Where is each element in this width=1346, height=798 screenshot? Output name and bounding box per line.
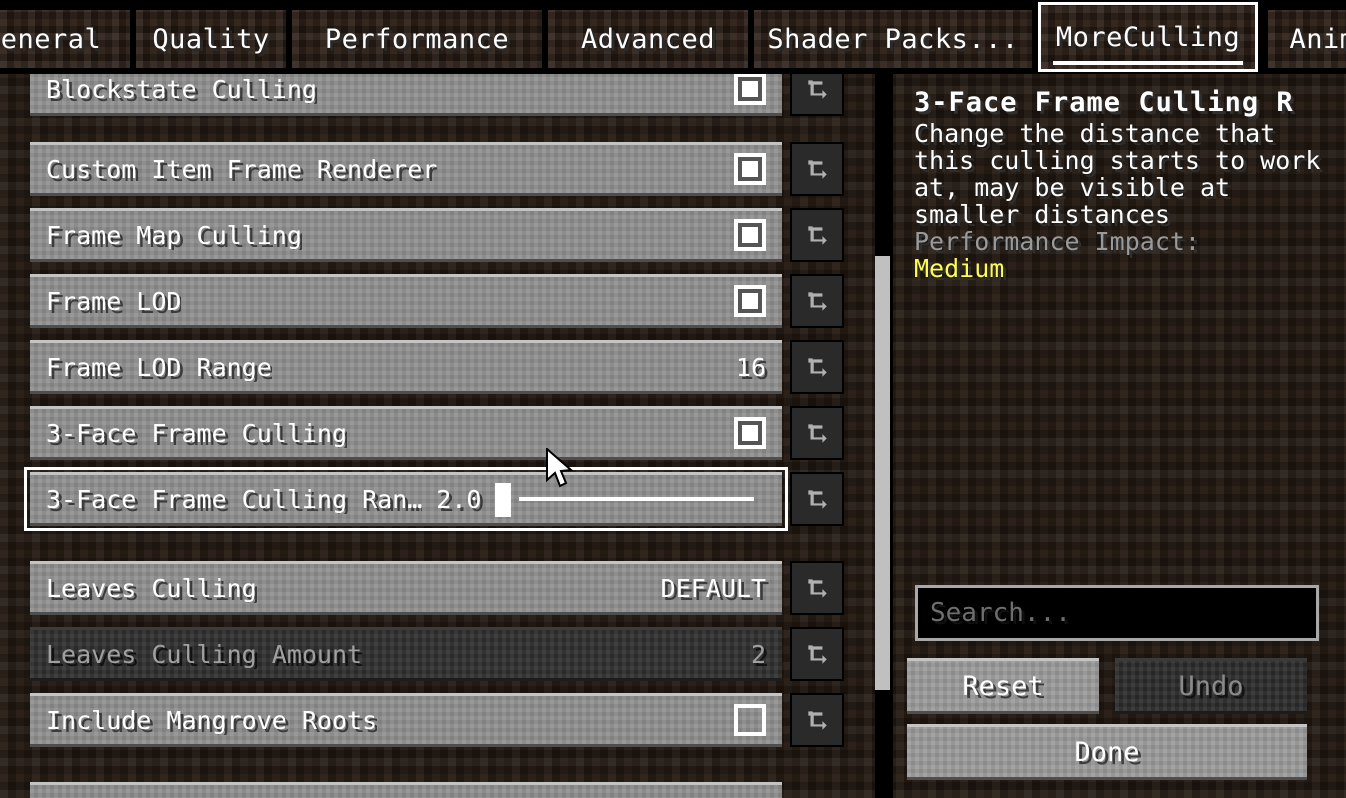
settings-row: 3-Face Frame Culling (0, 406, 900, 462)
list-scrollbar-thumb[interactable] (875, 256, 890, 690)
setting-leaves-culling-amount: Leaves Culling Amount 2 (30, 627, 782, 681)
setting-custom-item-frame-renderer[interactable]: Custom Item Frame Renderer (30, 142, 782, 196)
setting-reset-button[interactable] (790, 74, 844, 116)
reset-arrow-icon (808, 490, 827, 509)
setting-label: 3-Face Frame Culling (46, 418, 348, 448)
setting-reset-button[interactable] (790, 472, 844, 526)
settings-row: Frame LOD Range 16 (0, 340, 900, 396)
setting-label: Leaves Culling Amount (46, 639, 363, 669)
description-line-0: Change the distance that (914, 119, 1276, 148)
setting-label: Custom Item Frame Renderer (46, 154, 438, 184)
description-title: 3-Face Frame Culling R (914, 87, 1294, 118)
slider-handle[interactable] (495, 483, 512, 517)
setting-checkbox[interactable] (734, 704, 766, 736)
settings-row: Leaves Culling Amount 2 (0, 627, 900, 683)
slider-track (519, 497, 754, 501)
settings-row: 3-Face Frame Culling Ran… 2.0 (0, 467, 900, 531)
tab-label: Advanced (580, 23, 716, 55)
settings-row: Include Mangrove Roots (0, 693, 900, 749)
setting-label: Include Mangrove Roots (46, 705, 378, 735)
reset-button[interactable]: Reset (907, 658, 1099, 714)
setting-checkbox[interactable] (734, 417, 766, 449)
setting-reset-button[interactable] (790, 693, 844, 747)
settings-row: Frame LOD (0, 274, 900, 330)
settings-row: Frame Map Culling (0, 208, 900, 264)
setting-frame-lod-range[interactable]: Frame LOD Range 16 (30, 340, 782, 394)
setting-blockstate-culling[interactable]: Blockstate Culling (30, 74, 782, 116)
tab-advanced[interactable]: Advanced (548, 10, 748, 68)
setting-include-mangrove-roots[interactable]: Include Mangrove Roots (30, 693, 782, 747)
tab-label: MoreCulling (1055, 21, 1241, 53)
setting-value: 2 (750, 639, 766, 669)
settings-row: Custom Item Frame Renderer (0, 142, 900, 198)
setting-leaves-culling[interactable]: Leaves Culling DEFAULT (30, 561, 782, 615)
setting-slider[interactable] (495, 479, 766, 519)
tab-label: Performance (324, 23, 510, 55)
setting-checkbox[interactable] (734, 153, 766, 185)
tab-shader-packs[interactable]: Shader Packs... (754, 10, 1032, 68)
description-line-1: this culling starts to work (914, 146, 1321, 175)
performance-impact-value: Medium (914, 254, 1005, 283)
settings-row: Blockstate Culling (0, 74, 900, 118)
setting-frame-map-culling[interactable]: Frame Map Culling (30, 208, 782, 262)
reset-arrow-icon (808, 160, 827, 179)
settings-row: Leaves Culling DEFAULT (0, 561, 900, 617)
settings-row (0, 782, 900, 798)
setting-checkbox[interactable] (734, 285, 766, 317)
setting-3-face-frame-culling[interactable]: 3-Face Frame Culling (30, 406, 782, 460)
tab-eneral[interactable]: eneral (0, 10, 130, 68)
reset-arrow-icon (808, 424, 827, 443)
tab-label: Shader Packs... (767, 23, 1019, 55)
tab-anim[interactable]: Anim (1268, 10, 1346, 68)
setting-3-face-frame-culling-ran[interactable]: 3-Face Frame Culling Ran… 2.0 (30, 472, 782, 526)
reset-arrow-icon (808, 80, 827, 99)
setting-checkbox[interactable] (734, 219, 766, 251)
reset-arrow-icon (808, 645, 827, 664)
setting-reset-button[interactable] (790, 208, 844, 262)
settings-list[interactable]: Blockstate Culling Custom Item Frame Rend… (0, 74, 900, 798)
setting-frame-lod[interactable]: Frame LOD (30, 274, 782, 328)
setting-reset-button[interactable] (790, 142, 844, 196)
search-placeholder: Search... (930, 598, 1071, 628)
setting-row[interactable] (30, 782, 782, 798)
description-line-2: at, may be visible at (914, 173, 1231, 202)
tab-label: eneral (0, 23, 102, 55)
setting-label: Frame LOD Range (46, 352, 272, 382)
setting-value: 2.0 (436, 484, 482, 514)
setting-label: 3-Face Frame Culling Ran… (46, 484, 423, 514)
tab-performance[interactable]: Performance (292, 10, 542, 68)
reset-arrow-icon (808, 292, 827, 311)
setting-label: Frame LOD (46, 286, 182, 316)
tab-quality[interactable]: Quality (136, 10, 286, 68)
config-screen: eneral Quality Performance Advanced Shader P… (0, 0, 1346, 798)
performance-impact-label: Performance Impact: (914, 227, 1200, 256)
reset-arrow-icon (808, 226, 827, 245)
reset-arrow-icon (808, 579, 827, 598)
setting-value: DEFAULT (660, 573, 766, 603)
setting-reset-button[interactable] (790, 627, 844, 681)
tab-selected-underline (1053, 61, 1243, 65)
setting-reset-button[interactable] (790, 274, 844, 328)
reset-arrow-icon (808, 711, 827, 730)
tab-moreculling[interactable]: MoreCulling (1038, 2, 1258, 72)
setting-label: Frame Map Culling (46, 220, 302, 250)
setting-reset-button[interactable] (790, 561, 844, 615)
setting-reset-button[interactable] (790, 406, 844, 460)
undo-button: Undo (1115, 658, 1307, 714)
setting-label: Leaves Culling (46, 573, 257, 603)
description-line-3: smaller distances (914, 200, 1170, 229)
search-input[interactable]: Search... (915, 585, 1319, 641)
reset-arrow-icon (808, 358, 827, 377)
setting-value: 16 (735, 352, 766, 382)
tab-bar: eneral Quality Performance Advanced Shader P… (0, 0, 1346, 74)
description-panel: 3-Face Frame Culling R Change the distan… (914, 86, 1346, 282)
right-panel: 3-Face Frame Culling R Change the distan… (893, 74, 1346, 798)
done-button[interactable]: Done (907, 724, 1307, 780)
tab-label: Quality (152, 23, 270, 55)
setting-label: Blockstate Culling (46, 74, 317, 104)
setting-reset-button[interactable] (790, 340, 844, 394)
tab-label: Anim (1289, 23, 1346, 55)
setting-checkbox[interactable] (734, 74, 766, 105)
